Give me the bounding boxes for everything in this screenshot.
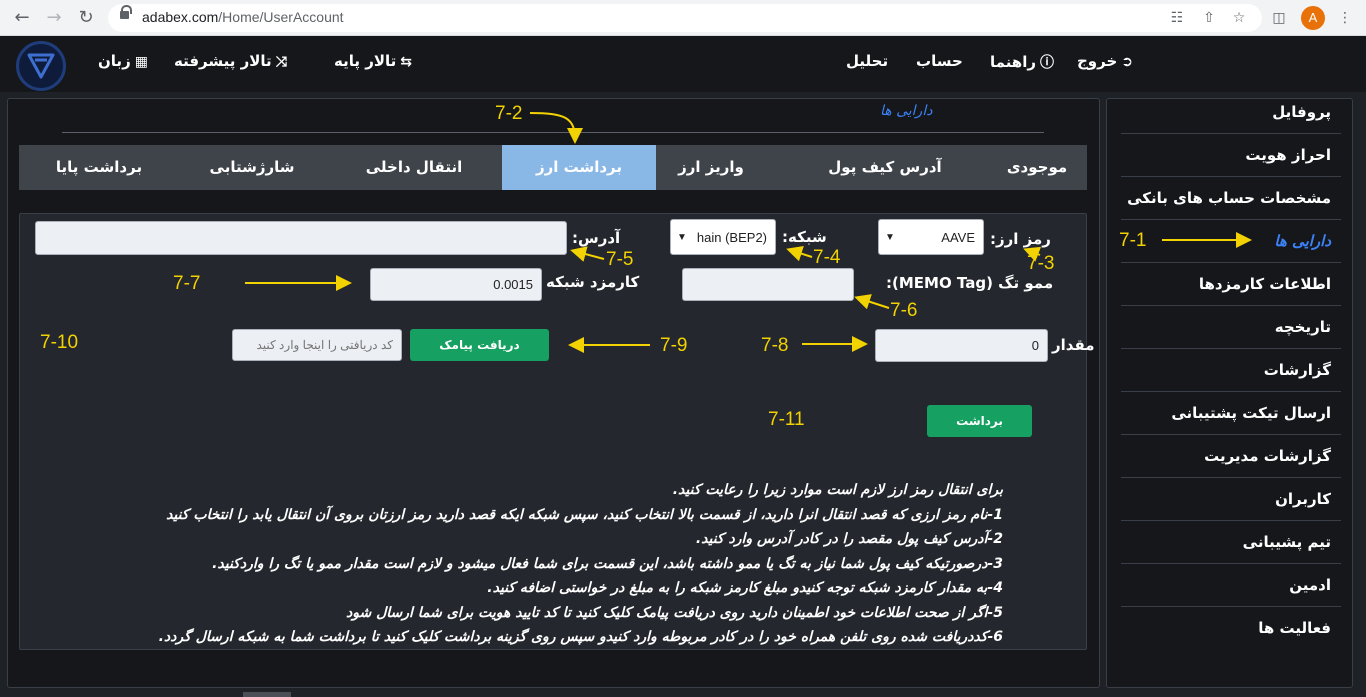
- annotation-arrows: [245, 112, 1252, 353]
- arrow-7-4: [786, 246, 813, 262]
- arrow-7-6: [854, 294, 890, 310]
- arrow-7-5: [570, 246, 605, 262]
- arrow-7-2: [529, 112, 583, 144]
- arrow-7-3: [1023, 246, 1042, 262]
- horizontal-scrollbar[interactable]: [243, 692, 291, 697]
